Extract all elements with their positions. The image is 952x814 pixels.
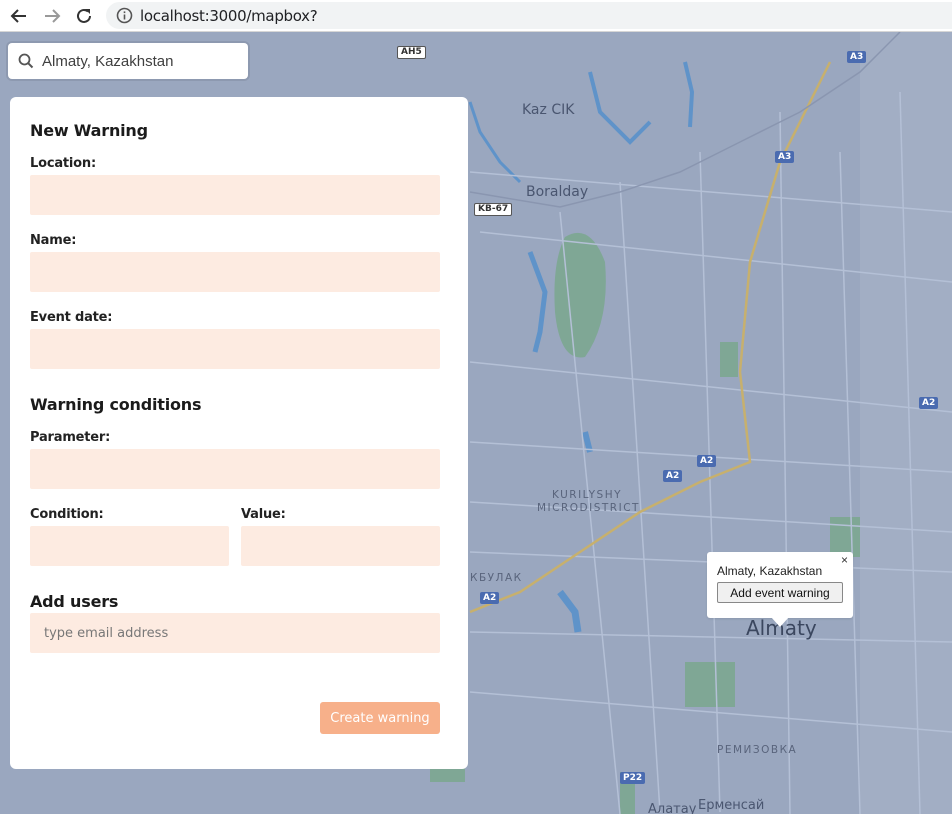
condition-label: Condition: [30, 507, 104, 522]
value-field[interactable] [241, 526, 440, 566]
map-label-kaz-cik: Kaz CIK [522, 102, 575, 118]
info-icon[interactable] [116, 7, 133, 24]
road-shield-a2: A2 [919, 397, 939, 409]
road-shield-p22: P22 [620, 772, 646, 784]
create-warning-button[interactable]: Create warning [320, 702, 440, 734]
email-field[interactable] [30, 613, 440, 653]
form-title: New Warning [30, 121, 148, 140]
search-input[interactable] [42, 43, 242, 79]
map-label-microdistrict: MICRODISTRICT [537, 502, 640, 514]
road-shield-a2: A2 [697, 455, 717, 467]
road-shield-a3: A3 [775, 151, 795, 163]
location-field[interactable] [30, 175, 440, 215]
condition-field[interactable] [30, 526, 229, 566]
road-shield-a2: A2 [480, 592, 500, 604]
road-shield-a2: A2 [663, 470, 683, 482]
warning-conditions-title: Warning conditions [30, 395, 202, 414]
map-label-kbulak: КБУЛАК [470, 572, 523, 584]
address-bar[interactable]: localhost:3000/mapbox? [106, 2, 952, 29]
map-popup: × Almaty, Kazakhstan Add event warning [707, 552, 853, 627]
close-icon[interactable]: × [841, 553, 848, 567]
back-arrow-icon[interactable] [6, 3, 32, 29]
reload-icon[interactable] [71, 3, 97, 29]
road-shield-ah5: AH5 [397, 46, 426, 59]
event-date-label: Event date: [30, 310, 113, 325]
map-label-kurilyshy: KURILYSHY [552, 489, 623, 501]
new-warning-panel: New Warning Location: Name: Event date: … [10, 97, 468, 769]
location-label: Location: [30, 156, 96, 171]
name-label: Name: [30, 233, 77, 248]
add-users-title: Add users [30, 592, 119, 611]
location-search[interactable] [8, 43, 248, 79]
road-shield-a3: A3 [847, 51, 867, 63]
browser-toolbar: localhost:3000/mapbox? [0, 0, 952, 32]
map-label-remizovka: РЕМИЗОВКА [717, 744, 798, 756]
map-label-boralday: Boralday [526, 184, 589, 200]
add-event-warning-button[interactable]: Add event warning [717, 582, 843, 603]
popup-title: Almaty, Kazakhstan [717, 564, 823, 578]
forward-arrow-icon[interactable] [39, 3, 65, 29]
name-field[interactable] [30, 252, 440, 292]
parameter-label: Parameter: [30, 430, 111, 445]
url-text: localhost:3000/mapbox? [140, 7, 318, 25]
value-label: Value: [241, 507, 286, 522]
search-icon [18, 53, 34, 69]
event-date-field[interactable] [30, 329, 440, 369]
map-label-ermensai: Ерменсай [698, 798, 765, 813]
road-shield-kb67: KB-67 [474, 203, 513, 216]
map-label-almatau: Алатау [648, 802, 697, 814]
parameter-field[interactable] [30, 449, 440, 489]
